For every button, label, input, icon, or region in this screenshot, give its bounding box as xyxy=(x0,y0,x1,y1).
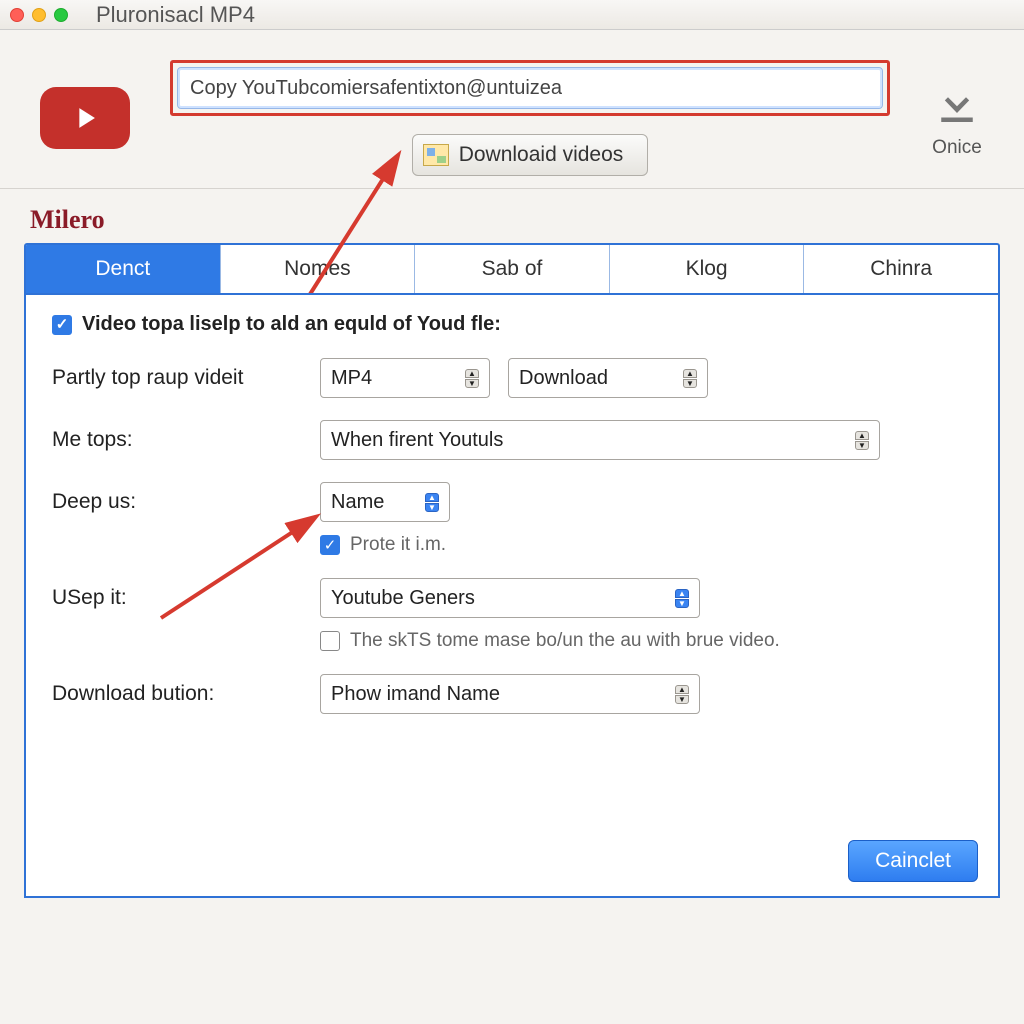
select-action[interactable]: Download ▲▼ xyxy=(508,358,708,398)
stepper-icon: ▲▼ xyxy=(675,589,689,608)
download-arrow-icon xyxy=(930,77,984,131)
section-heading: Milero xyxy=(0,189,1024,243)
select-downloadbution[interactable]: Phow imand Name ▲▼ xyxy=(320,674,700,714)
zoom-icon[interactable] xyxy=(54,8,68,22)
tab-bar: Denct Nomes Sab of Klog Chinra xyxy=(24,243,1000,293)
label-downloadbution: Download bution: xyxy=(52,682,302,706)
select-format[interactable]: MP4 ▲▼ xyxy=(320,358,490,398)
label-usepit: USep it: xyxy=(52,586,302,610)
url-highlight-box xyxy=(170,60,890,116)
traffic-lights xyxy=(10,8,68,22)
checkbox-prote-label: Prote it i.m. xyxy=(350,534,446,556)
stepper-icon: ▲▼ xyxy=(425,493,439,512)
onice-label: Onice xyxy=(932,137,982,159)
youtube-logo-icon xyxy=(40,87,130,149)
url-input[interactable] xyxy=(177,67,883,109)
checkbox-prote[interactable] xyxy=(320,535,340,555)
tab-sabof[interactable]: Sab of xyxy=(415,245,610,293)
window-title: Pluronisacl MP4 xyxy=(96,2,255,28)
select-metops[interactable]: When firent Youtuls ▲▼ xyxy=(320,420,880,460)
checkbox-skts-label: The skTS tome mase bo/un the au with bru… xyxy=(350,630,780,652)
checkbox-skts[interactable] xyxy=(320,631,340,651)
titlebar: Pluronisacl MP4 xyxy=(0,0,1024,30)
stepper-icon: ▲▼ xyxy=(675,685,689,704)
thumbnail-icon xyxy=(423,144,449,166)
stepper-icon: ▲▼ xyxy=(465,369,479,388)
stepper-icon: ▲▼ xyxy=(683,369,697,388)
tab-chinra[interactable]: Chinra xyxy=(804,245,998,293)
top-area: Downloaid videos Onice xyxy=(0,30,1024,189)
top-checkbox-label: Video topa liselp to ald an equld of You… xyxy=(82,313,501,336)
select-deepus[interactable]: Name ▲▼ xyxy=(320,482,450,522)
cancel-button[interactable]: Cainclet xyxy=(848,840,978,882)
tab-klog[interactable]: Klog xyxy=(610,245,805,293)
tab-denct[interactable]: Denct xyxy=(26,245,221,293)
top-checkbox[interactable] xyxy=(52,315,72,335)
label-deepus: Deep us: xyxy=(52,490,302,514)
stepper-icon: ▲▼ xyxy=(855,431,869,450)
onice-indicator: Onice xyxy=(930,77,984,159)
tab-nomes[interactable]: Nomes xyxy=(221,245,416,293)
download-button-label: Downloaid videos xyxy=(459,143,624,167)
label-format: Partly top raup videit xyxy=(52,366,302,390)
minimize-icon[interactable] xyxy=(32,8,46,22)
settings-panel: Video topa liselp to ald an equld of You… xyxy=(24,293,1000,898)
download-videos-button[interactable]: Downloaid videos xyxy=(412,134,649,176)
select-usepit[interactable]: Youtube Geners ▲▼ xyxy=(320,578,700,618)
label-metops: Me tops: xyxy=(52,428,302,452)
close-icon[interactable] xyxy=(10,8,24,22)
